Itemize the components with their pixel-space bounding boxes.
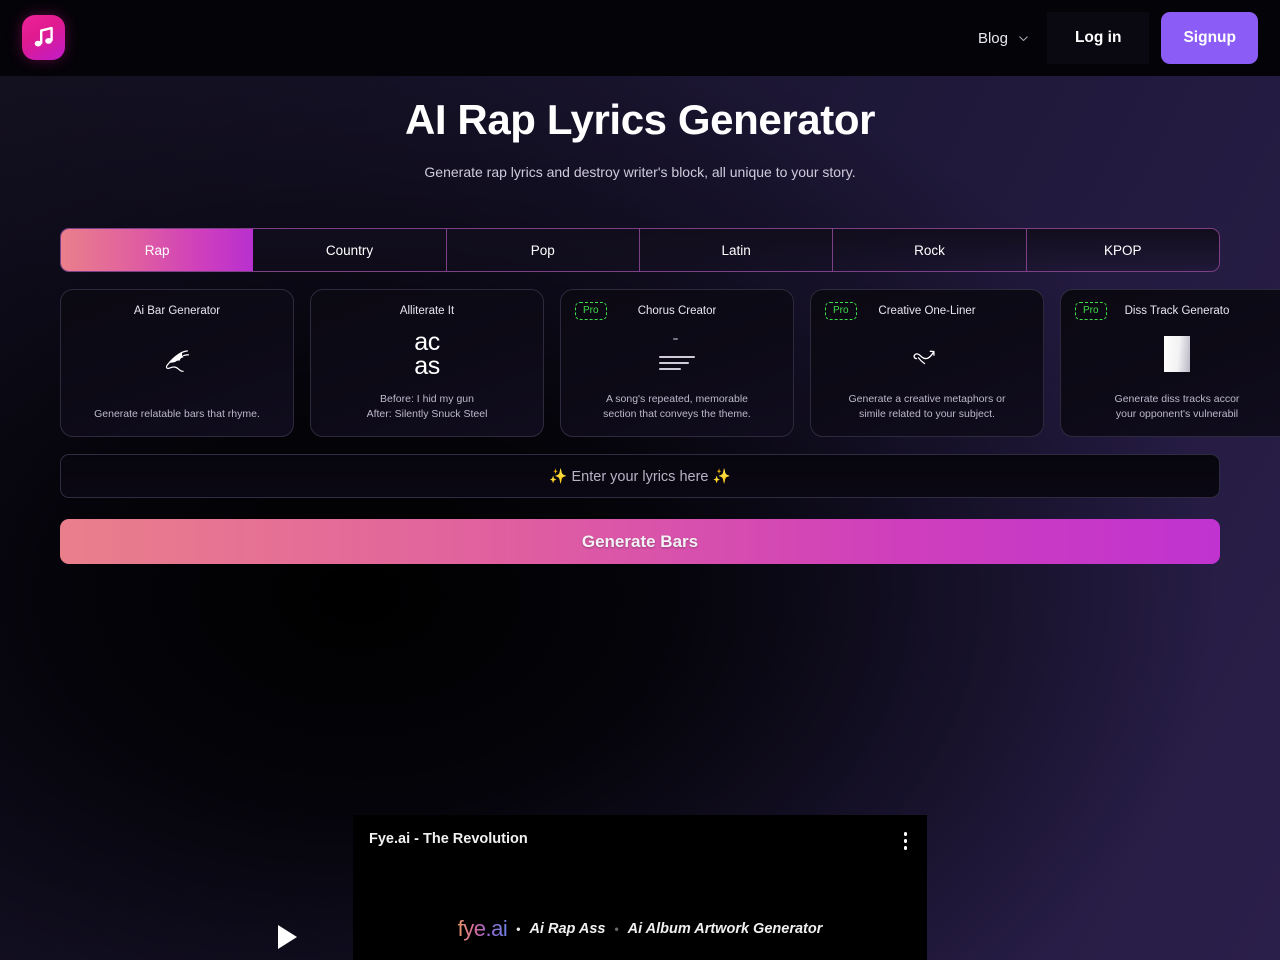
caption-bullet-right: • (614, 922, 619, 936)
tab-country[interactable]: Country (253, 229, 447, 271)
curved-arrow-icon (811, 317, 1043, 392)
hero-section: AI Rap Lyrics Generator Generate rap lyr… (0, 76, 1280, 180)
card-title: Diss Track Generato (1124, 305, 1230, 317)
play-triangle-icon[interactable] (278, 925, 297, 949)
video-title: Fye.ai - The Revolution (369, 831, 528, 847)
card-desc-line-2: After: Silently Snuck Steel (366, 407, 488, 420)
chevron-down-icon (1019, 35, 1028, 41)
video-caption: fye.ai • Ai Rap Ass • Ai Album Artwork G… (353, 916, 927, 942)
card-desc-line-1: Generate diss tracks accor (1114, 392, 1240, 405)
card-description: Generate relatable bars that rhyme. (94, 407, 260, 420)
pro-badge: Pro (1075, 302, 1107, 320)
generate-bars-button[interactable]: Generate Bars (60, 519, 1220, 564)
site-header: Blog Log in Signup (0, 0, 1280, 76)
nav-item-blog[interactable]: Blog (960, 0, 1047, 76)
card-description: Generate diss tracks accor your opponent… (1099, 392, 1256, 422)
alliteration-glyph-icon: ac as (311, 317, 543, 392)
card-description: A song's repeated, memorable section tha… (587, 392, 767, 422)
feature-card-alliterate-it[interactable]: Alliterate It ac as Before: I hid my gun… (310, 289, 544, 437)
card-desc-line-2: simile related to your subject. (859, 407, 995, 420)
lyrics-input[interactable]: ✨ Enter your lyrics here ✨ (60, 454, 1220, 498)
logo-link[interactable] (22, 15, 65, 60)
card-desc-line-1: Generate a creative metaphors or (848, 392, 1006, 405)
card-desc-line-2: section that conveys the theme. (603, 407, 751, 420)
tab-kpop[interactable]: KPOP (1026, 229, 1219, 271)
caption-text-left: Ai Rap Ass (529, 921, 606, 937)
quill-pen-icon (61, 317, 293, 407)
page-subtitle: Generate rap lyrics and destroy writer's… (424, 164, 856, 180)
card-title: Ai Bar Generator (133, 305, 221, 317)
nav-blog-label: Blog (977, 29, 1008, 47)
music-note-icon (22, 15, 65, 60)
video-player[interactable]: Fye.ai - The Revolution fye.ai • Ai Rap … (353, 815, 927, 960)
tab-pop[interactable]: Pop (446, 229, 640, 271)
card-title: Chorus Creator (637, 305, 717, 317)
feature-card-chorus-creator[interactable]: Pro Chorus Creator A song's repeated, me… (560, 289, 794, 437)
glyph-line-1: ac (414, 328, 440, 357)
pro-badge: Pro (575, 302, 607, 320)
feature-card-creative-one-liner[interactable]: Pro Creative One-Liner Generate a creati… (810, 289, 1044, 437)
fye-brand-logo: fye.ai (457, 916, 508, 941)
page-title: AI Rap Lyrics Generator (404, 96, 876, 143)
card-title: Alliterate It (399, 305, 455, 317)
kebab-menu-icon[interactable] (903, 832, 907, 850)
card-desc-line-1: A song's repeated, memorable (605, 392, 749, 405)
feature-card-list: Ai Bar Generator Generate relatable bars… (60, 289, 1280, 437)
card-desc-line-2: your opponent's vulnerabil (1115, 407, 1239, 420)
pro-badge: Pro (825, 302, 857, 320)
white-card-icon (1061, 317, 1280, 392)
feature-card-ai-bar-generator[interactable]: Ai Bar Generator Generate relatable bars… (60, 289, 294, 437)
feature-card-diss-track-generator[interactable]: Pro Diss Track Generato Generate diss tr… (1060, 289, 1280, 437)
tab-rock[interactable]: Rock (833, 229, 1027, 271)
login-button[interactable]: Log in (1046, 12, 1150, 64)
caption-bullet-left: • (516, 922, 521, 936)
tab-latin[interactable]: Latin (639, 229, 834, 271)
card-desc-line-1: Before: I hid my gun (380, 392, 474, 405)
glyph-line-2: as (414, 352, 440, 381)
card-description: Generate a creative metaphors or simile … (833, 392, 1022, 422)
caption-text-right: Ai Album Artwork Generator (627, 921, 823, 937)
signup-button[interactable]: Signup (1161, 12, 1258, 64)
card-description: Before: I hid my gun After: Silently Snu… (351, 392, 504, 422)
header-nav: Blog Log in Signup (960, 0, 1258, 76)
tab-rap[interactable]: Rap (61, 229, 254, 271)
card-title: Creative One-Liner (878, 305, 976, 317)
genre-tab-bar: Rap Country Pop Latin Rock KPOP (60, 228, 1220, 272)
text-lines-icon (561, 317, 793, 392)
